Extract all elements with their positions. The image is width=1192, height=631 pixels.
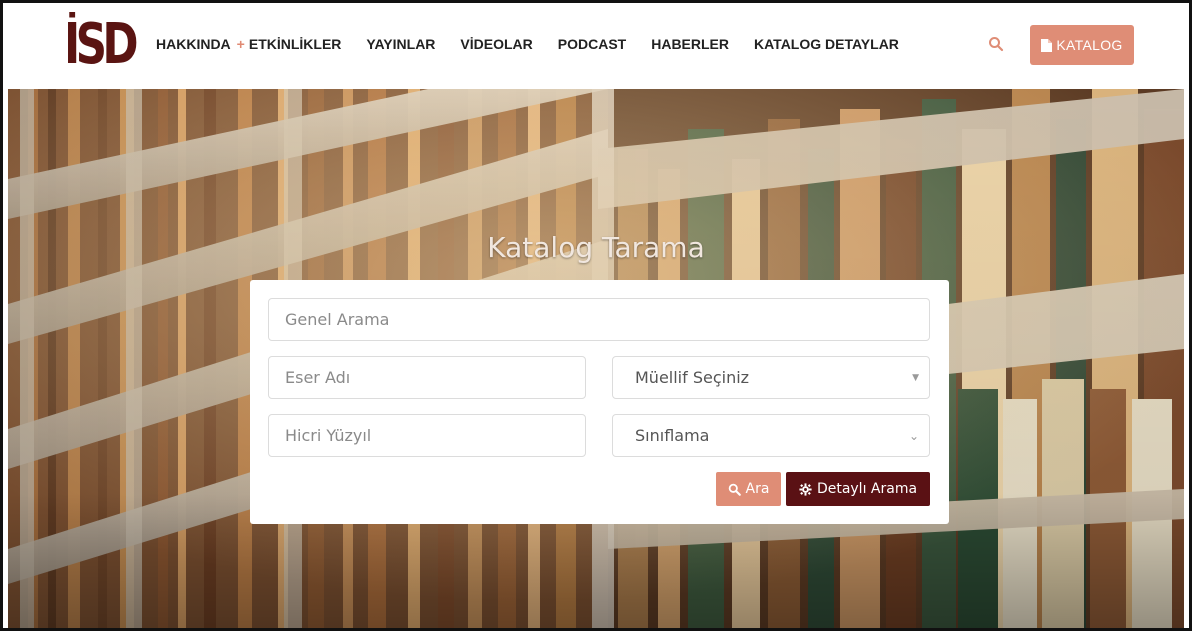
nav-item-haberler[interactable]: HABERLER xyxy=(651,36,729,52)
catalog-search-panel: Genel Arama Eser Adı Müellif Seçiniz ▼ H… xyxy=(250,280,949,524)
advanced-search-button[interactable]: Detaylı Arama xyxy=(786,472,930,506)
search-button-label: Ara xyxy=(745,481,770,497)
hero-banner: Katalog Tarama Genel Arama Eser Adı Müel… xyxy=(8,89,1184,628)
classification-select-value: Sınıflama xyxy=(635,426,710,445)
search-button[interactable]: Ara xyxy=(716,472,781,506)
page-title: Katalog Tarama xyxy=(487,231,705,264)
site-header: İSD HAKKINDA + ETKİNLİKLER YAYINLAR VİDE… xyxy=(8,8,1184,88)
nav-item-videolar[interactable]: VİDEOLAR xyxy=(460,36,532,52)
nav-item-podcast[interactable]: PODCAST xyxy=(558,36,626,52)
nav-item-hakkinda[interactable]: HAKKINDA xyxy=(156,36,231,52)
katalog-button-label: KATALOG xyxy=(1056,37,1123,53)
classification-select[interactable]: Sınıflama ⌄ xyxy=(612,414,930,457)
katalog-button[interactable]: KATALOG xyxy=(1030,25,1134,65)
hijri-century-input[interactable]: Hicri Yüzyıl xyxy=(268,414,586,457)
work-title-input[interactable]: Eser Adı xyxy=(268,356,586,399)
general-search-input[interactable]: Genel Arama xyxy=(268,298,930,341)
nav-item-etkinlikler[interactable]: ETKİNLİKLER xyxy=(249,36,342,52)
browser-frame: İSD HAKKINDA + ETKİNLİKLER YAYINLAR VİDE… xyxy=(0,0,1192,631)
chevron-down-icon: ⌄ xyxy=(908,428,919,443)
nav-item-yayinlar[interactable]: YAYINLAR xyxy=(366,36,435,52)
author-select[interactable]: Müellif Seçiniz ▼ xyxy=(612,356,930,399)
search-icon xyxy=(728,483,741,496)
chevron-down-icon: ▼ xyxy=(912,372,919,383)
search-icon[interactable] xyxy=(988,36,1004,52)
plus-icon: + xyxy=(236,36,245,52)
gear-icon xyxy=(799,482,812,496)
document-icon xyxy=(1041,38,1053,52)
advanced-search-button-label: Detaylı Arama xyxy=(816,481,918,497)
nav-item-katalog-detaylar[interactable]: KATALOG DETAYLAR xyxy=(754,36,899,52)
site-logo[interactable]: İSD xyxy=(64,16,139,74)
main-nav: HAKKINDA + ETKİNLİKLER YAYINLAR VİDEOLAR… xyxy=(156,36,924,52)
author-select-value: Müellif Seçiniz xyxy=(635,368,750,387)
